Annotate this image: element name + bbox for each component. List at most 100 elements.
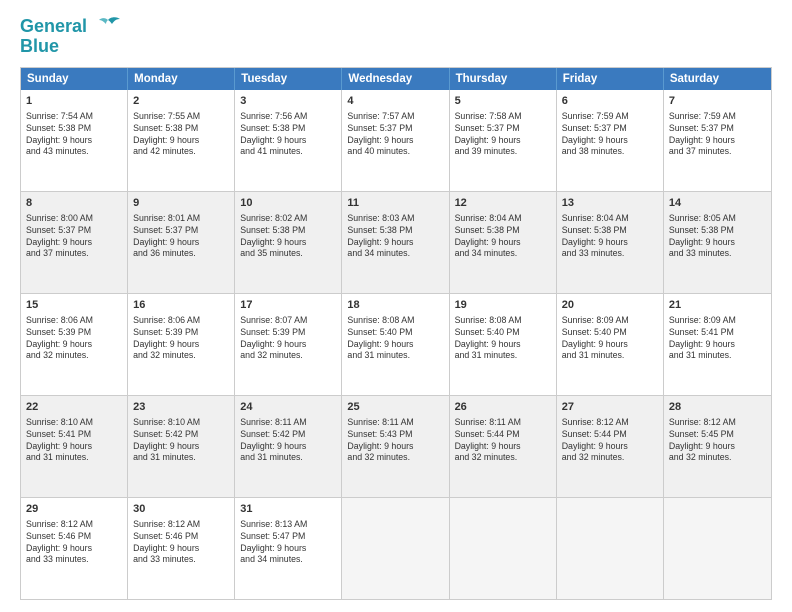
day-number: 7 [669,94,766,109]
calendar-week-3: 15Sunrise: 8:06 AMSunset: 5:39 PMDayligh… [21,293,771,395]
day-number: 29 [26,502,122,517]
calendar-day-11: 11Sunrise: 8:03 AMSunset: 5:38 PMDayligh… [342,192,449,293]
day-number: 22 [26,400,122,415]
day-info: Sunrise: 7:57 AM [347,111,443,123]
day-info: and 34 minutes. [240,554,336,566]
day-info: Daylight: 9 hours [26,135,122,147]
calendar-day-27: 27Sunrise: 8:12 AMSunset: 5:44 PMDayligh… [557,396,664,497]
calendar-day-6: 6Sunrise: 7:59 AMSunset: 5:37 PMDaylight… [557,90,664,191]
day-info: and 32 minutes. [562,452,658,464]
day-info: Daylight: 9 hours [26,543,122,555]
calendar-day-22: 22Sunrise: 8:10 AMSunset: 5:41 PMDayligh… [21,396,128,497]
day-info: Daylight: 9 hours [133,441,229,453]
day-info: and 37 minutes. [26,248,122,260]
calendar-day-17: 17Sunrise: 8:07 AMSunset: 5:39 PMDayligh… [235,294,342,395]
day-info: Sunrise: 8:13 AM [240,519,336,531]
day-info: Sunrise: 8:11 AM [240,417,336,429]
day-info: Sunset: 5:37 PM [26,225,122,237]
day-info: Sunset: 5:40 PM [347,327,443,339]
day-number: 21 [669,298,766,313]
header-day-thursday: Thursday [450,68,557,90]
day-info: and 32 minutes. [347,452,443,464]
calendar-week-5: 29Sunrise: 8:12 AMSunset: 5:46 PMDayligh… [21,497,771,599]
calendar-day-29: 29Sunrise: 8:12 AMSunset: 5:46 PMDayligh… [21,498,128,599]
day-number: 12 [455,196,551,211]
day-info: Daylight: 9 hours [669,237,766,249]
day-info: and 40 minutes. [347,146,443,158]
day-info: and 35 minutes. [240,248,336,260]
day-info: Sunset: 5:38 PM [669,225,766,237]
day-info: Sunset: 5:42 PM [133,429,229,441]
day-info: Daylight: 9 hours [669,135,766,147]
calendar-body: 1Sunrise: 7:54 AMSunset: 5:38 PMDaylight… [21,90,771,599]
day-info: and 34 minutes. [347,248,443,260]
day-info: and 34 minutes. [455,248,551,260]
header-day-tuesday: Tuesday [235,68,342,90]
day-info: Sunset: 5:40 PM [562,327,658,339]
day-info: Sunset: 5:37 PM [669,123,766,135]
day-info: and 31 minutes. [669,350,766,362]
day-number: 2 [133,94,229,109]
page: General Blue SundayMondayTuesdayWednesda… [0,0,792,612]
header-day-wednesday: Wednesday [342,68,449,90]
day-info: Sunset: 5:38 PM [133,123,229,135]
day-info: Daylight: 9 hours [669,441,766,453]
calendar-day-10: 10Sunrise: 8:02 AMSunset: 5:38 PMDayligh… [235,192,342,293]
day-info: Sunset: 5:38 PM [240,123,336,135]
header-day-friday: Friday [557,68,664,90]
day-info: and 42 minutes. [133,146,229,158]
day-info: Sunrise: 8:00 AM [26,213,122,225]
calendar-day-18: 18Sunrise: 8:08 AMSunset: 5:40 PMDayligh… [342,294,449,395]
day-info: Sunrise: 8:09 AM [562,315,658,327]
day-number: 24 [240,400,336,415]
day-info: Daylight: 9 hours [562,135,658,147]
day-info: Daylight: 9 hours [133,237,229,249]
logo-bird-icon [94,16,122,38]
calendar-day-13: 13Sunrise: 8:04 AMSunset: 5:38 PMDayligh… [557,192,664,293]
day-info: Sunset: 5:46 PM [26,531,122,543]
calendar-week-2: 8Sunrise: 8:00 AMSunset: 5:37 PMDaylight… [21,191,771,293]
calendar-day-2: 2Sunrise: 7:55 AMSunset: 5:38 PMDaylight… [128,90,235,191]
day-info: Sunset: 5:41 PM [26,429,122,441]
day-info: Sunset: 5:45 PM [669,429,766,441]
day-info: Daylight: 9 hours [26,237,122,249]
calendar-day-19: 19 Sunrise: 8:08 AMSunset: 5:40 PMDayligh… [450,294,557,395]
day-number: 4 [347,94,443,109]
day-info: and 32 minutes. [455,452,551,464]
calendar-week-1: 1Sunrise: 7:54 AMSunset: 5:38 PMDaylight… [21,90,771,191]
day-info: and 39 minutes. [455,146,551,158]
day-number: 11 [347,196,443,211]
day-info: and 38 minutes. [562,146,658,158]
day-info: Daylight: 9 hours [133,543,229,555]
day-info: Daylight: 9 hours [133,135,229,147]
day-info: Daylight: 9 hours [455,339,551,351]
day-info: and 43 minutes. [26,146,122,158]
day-info: Sunrise: 7:56 AM [240,111,336,123]
day-info: Daylight: 9 hours [240,441,336,453]
calendar-day-16: 16Sunrise: 8:06 AMSunset: 5:39 PMDayligh… [128,294,235,395]
day-info: Sunrise: 8:09 AM [669,315,766,327]
day-info: and 32 minutes. [240,350,336,362]
calendar: SundayMondayTuesdayWednesdayThursdayFrid… [20,67,772,600]
day-info: Sunset: 5:40 PM [455,327,551,339]
day-info: Sunrise: 8:08 AM [455,315,551,327]
day-info: Daylight: 9 hours [455,237,551,249]
day-info: Daylight: 9 hours [26,339,122,351]
day-info: Sunrise: 8:05 AM [669,213,766,225]
day-info: and 31 minutes. [133,452,229,464]
day-info: and 31 minutes. [455,350,551,362]
calendar-day-31: 31Sunrise: 8:13 AMSunset: 5:47 PMDayligh… [235,498,342,599]
day-number: 14 [669,196,766,211]
day-info: Sunrise: 8:08 AM [347,315,443,327]
day-info: Sunrise: 8:10 AM [133,417,229,429]
day-info: Sunset: 5:38 PM [26,123,122,135]
day-number: 19 [455,298,551,313]
calendar-day-28: 28Sunrise: 8:12 AMSunset: 5:45 PMDayligh… [664,396,771,497]
day-info: Sunset: 5:38 PM [347,225,443,237]
day-info: and 33 minutes. [562,248,658,260]
day-info: Sunset: 5:46 PM [133,531,229,543]
day-info: Daylight: 9 hours [240,135,336,147]
day-info: Sunrise: 7:58 AM [455,111,551,123]
day-info: Daylight: 9 hours [240,237,336,249]
day-info: Sunrise: 7:54 AM [26,111,122,123]
